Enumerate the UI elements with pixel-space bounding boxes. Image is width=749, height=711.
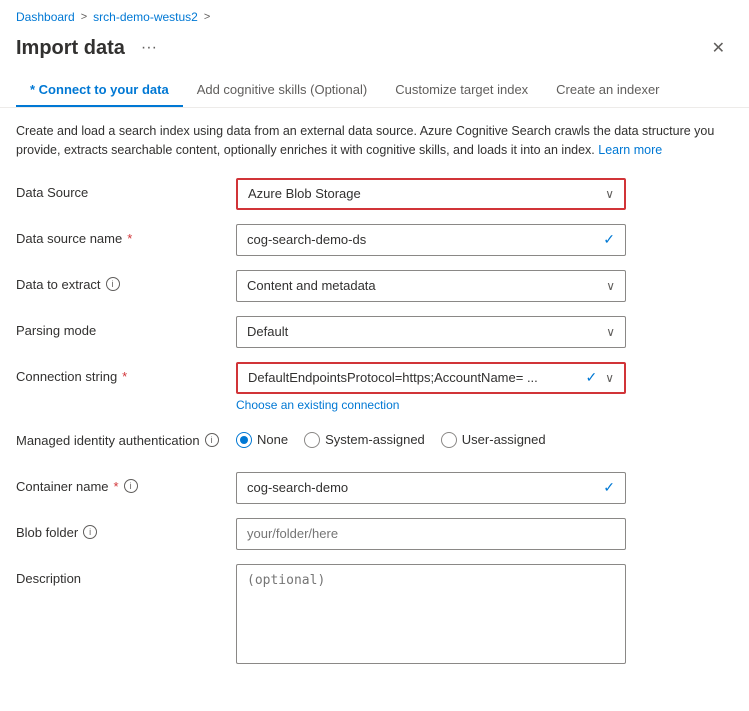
managed-identity-label: Managed identity authentication i: [16, 426, 236, 448]
container-required-star: *: [114, 479, 119, 494]
main-content: Create and load a search index using dat…: [0, 108, 749, 692]
connection-string-row: Connection string * DefaultEndpointsProt…: [16, 362, 733, 412]
connection-string-dropdown[interactable]: DefaultEndpointsProtocol=https;AccountNa…: [236, 362, 626, 394]
parsing-mode-label: Parsing mode: [16, 316, 236, 338]
tab-index[interactable]: Customize target index: [381, 74, 542, 107]
parsing-mode-arrow-icon: ∨: [606, 325, 615, 339]
data-source-name-row: Data source name * cog-search-demo-ds ✓: [16, 224, 733, 256]
learn-more-link[interactable]: Learn more: [598, 143, 662, 157]
container-check-icon: ✓: [603, 479, 615, 496]
radio-system-circle: [304, 432, 320, 448]
connection-string-control: DefaultEndpointsProtocol=https;AccountNa…: [236, 362, 626, 412]
container-name-label: Container name * i: [16, 472, 236, 494]
container-name-control: cog-search-demo ✓: [236, 472, 626, 504]
required-star: *: [127, 231, 132, 246]
data-source-row: Data Source Azure Blob Storage ∨: [16, 178, 733, 210]
page-header: Import data ··· ✕: [0, 30, 749, 74]
breadcrumb-dashboard[interactable]: Dashboard: [16, 10, 75, 24]
radio-none[interactable]: None: [236, 432, 288, 448]
parsing-mode-dropdown[interactable]: Default ∨: [236, 316, 626, 348]
blob-folder-control: [236, 518, 626, 550]
description-control: [236, 564, 626, 664]
connection-string-wrapper: DefaultEndpointsProtocol=https;AccountNa…: [236, 362, 626, 412]
conn-arrow-icon: ∨: [605, 371, 614, 385]
managed-identity-row: Managed identity authentication i None S…: [16, 426, 733, 458]
page-title: Import data: [16, 37, 125, 60]
managed-identity-control: None System-assigned User-assigned: [236, 426, 626, 448]
managed-identity-info-icon: i: [205, 433, 219, 447]
blob-folder-input[interactable]: [236, 518, 626, 550]
blob-folder-info-icon: i: [83, 525, 97, 539]
ellipsis-button[interactable]: ···: [135, 37, 163, 59]
data-source-name-dropdown[interactable]: cog-search-demo-ds ✓: [236, 224, 626, 256]
data-to-extract-control: Content and metadata ∨: [236, 270, 626, 302]
conn-check-icon: ✓: [585, 369, 597, 386]
data-source-name-control: cog-search-demo-ds ✓: [236, 224, 626, 256]
conn-required-star: *: [122, 369, 127, 384]
data-to-extract-dropdown[interactable]: Content and metadata ∨: [236, 270, 626, 302]
data-source-label: Data Source: [16, 178, 236, 200]
breadcrumb-service[interactable]: srch-demo-westus2: [93, 10, 198, 24]
radio-none-inner: [240, 436, 248, 444]
blob-folder-row: Blob folder i: [16, 518, 733, 550]
radio-none-circle: [236, 432, 252, 448]
description-text: Create and load a search index using dat…: [16, 122, 733, 160]
data-to-extract-row: Data to extract i Content and metadata ∨: [16, 270, 733, 302]
data-source-name-label: Data source name *: [16, 224, 236, 246]
radio-user-circle: [441, 432, 457, 448]
parsing-mode-row: Parsing mode Default ∨: [16, 316, 733, 348]
breadcrumb-sep1: >: [81, 11, 87, 23]
header-left: Import data ···: [16, 37, 163, 60]
radio-user[interactable]: User-assigned: [441, 432, 546, 448]
choose-connection-link[interactable]: Choose an existing connection: [236, 398, 626, 412]
parsing-mode-control: Default ∨: [236, 316, 626, 348]
breadcrumb-sep2: >: [204, 11, 210, 23]
tab-connect[interactable]: * Connect to your data: [16, 74, 183, 107]
blob-folder-label: Blob folder i: [16, 518, 236, 540]
tab-skills[interactable]: Add cognitive skills (Optional): [183, 74, 382, 107]
conn-right-icons: ✓ ∨: [585, 369, 614, 386]
radio-system[interactable]: System-assigned: [304, 432, 425, 448]
data-to-extract-arrow-icon: ∨: [606, 279, 615, 293]
data-source-name-check-icon: ✓: [603, 231, 615, 248]
description-row: Description: [16, 564, 733, 664]
description-field-label: Description: [16, 564, 236, 586]
connection-string-label: Connection string *: [16, 362, 236, 384]
tab-indexer[interactable]: Create an indexer: [542, 74, 673, 107]
data-to-extract-info-icon: i: [106, 277, 120, 291]
container-name-row: Container name * i cog-search-demo ✓: [16, 472, 733, 504]
breadcrumb: Dashboard > srch-demo-westus2 >: [0, 0, 749, 30]
data-to-extract-label: Data to extract i: [16, 270, 236, 292]
close-button[interactable]: ✕: [704, 34, 733, 62]
description-textarea[interactable]: [236, 564, 626, 664]
data-source-control: Azure Blob Storage ∨: [236, 178, 626, 210]
data-source-arrow-icon: ∨: [605, 187, 614, 201]
tabs-container: * Connect to your data Add cognitive ski…: [0, 74, 749, 108]
container-info-icon: i: [124, 479, 138, 493]
data-source-dropdown[interactable]: Azure Blob Storage ∨: [236, 178, 626, 210]
radio-group: None System-assigned User-assigned: [236, 426, 626, 448]
container-name-dropdown[interactable]: cog-search-demo ✓: [236, 472, 626, 504]
